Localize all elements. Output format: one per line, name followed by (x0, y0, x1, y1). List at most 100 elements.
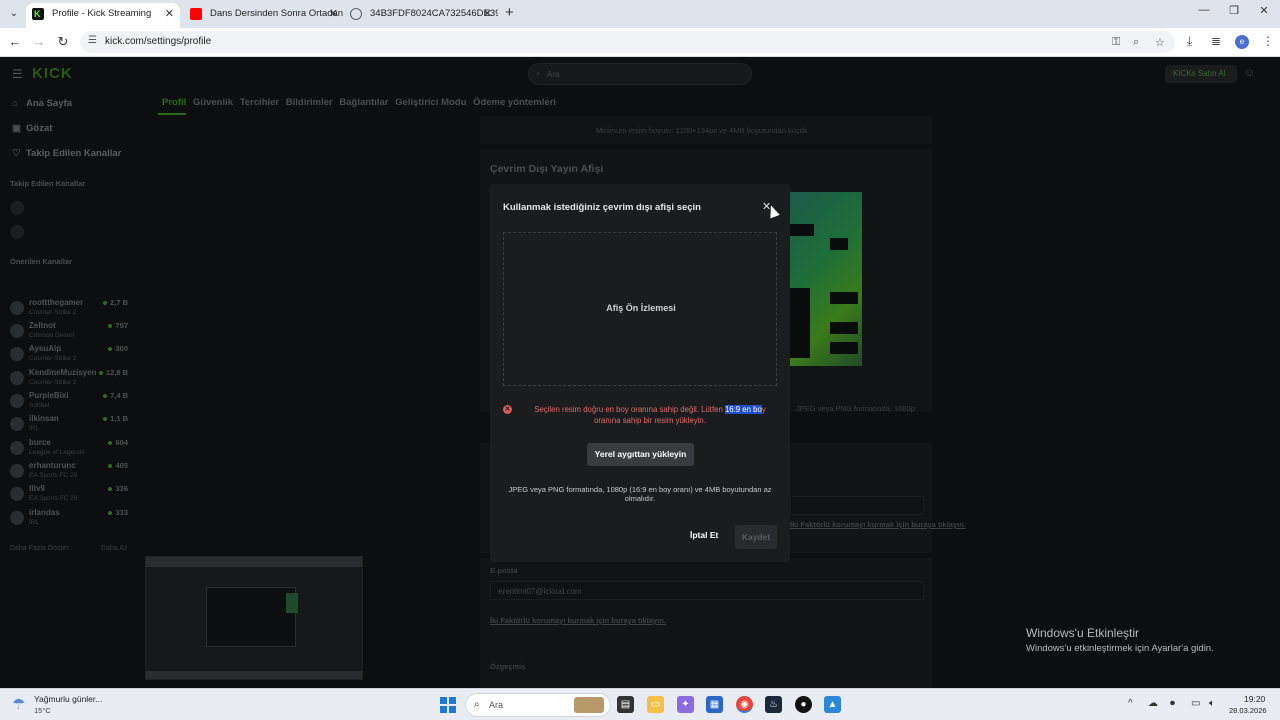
username-field[interactable] (790, 496, 924, 515)
email-field[interactable]: erentimi07@icloud.com (490, 581, 924, 600)
channel-game: IRL (29, 519, 40, 526)
screen-share-thumbnail[interactable] (145, 556, 363, 680)
hamburger-menu-icon[interactable]: ☰ (12, 67, 23, 81)
tab-third[interactable]: 34B3FDF8024CA732546DE39E ✕ (344, 3, 498, 28)
avatar (10, 301, 24, 315)
photos-icon[interactable]: ▲ (824, 696, 841, 713)
close-tab-icon[interactable]: ✕ (483, 3, 492, 25)
sidebar-item-home[interactable]: ⌂ Ana Sayfa (12, 98, 72, 109)
volume-icon[interactable]: 🔈︎ (1209, 698, 1215, 709)
weather-rain-icon[interactable]: ☂ (12, 695, 25, 713)
tab-security[interactable]: Güvenlik (193, 97, 233, 108)
taskbar-search-label: Ara (489, 700, 504, 710)
tab-kick-profile[interactable]: K Profile - Kick Streaming ✕ (26, 3, 180, 28)
taskbar-search[interactable]: ⌕ Ara (465, 693, 611, 717)
chrome-menu-icon[interactable]: ⋮ (1262, 34, 1274, 48)
show-more-link[interactable]: Daha Fazla Göster (10, 545, 69, 552)
tab-developer[interactable]: Geliştirici Modu (395, 97, 466, 108)
user-menu-icon[interactable]: ☺ (1244, 67, 1255, 79)
weather-title[interactable]: Yağmurlu günler... (34, 694, 102, 704)
omnibox[interactable]: ☰ kick.com/settings/profile ⚿ ⌕ ☆ (80, 31, 1175, 53)
network-icon[interactable]: ▭ (1191, 698, 1200, 709)
url-text[interactable]: kick.com/settings/profile (105, 36, 211, 47)
recommended-channel[interactable]: burce League of Legends 604 (10, 438, 128, 460)
task-view-icon[interactable]: ▤ (617, 696, 634, 713)
followed-heading: Takip Edilen Kanallar (10, 179, 86, 188)
recommended-channel[interactable]: ilkinsan IRL 1,1 B (10, 414, 128, 436)
recommended-channel[interactable]: lltv9 EA Sports FC 26 336 (10, 484, 128, 506)
reading-list-icon[interactable]: ≣ (1211, 34, 1221, 48)
close-window-button[interactable]: ✕ (1250, 4, 1278, 17)
show-less-link[interactable]: Daha Az (101, 545, 127, 552)
banner-format-note: JPEG veya PNG formatında, 1080p (796, 404, 915, 413)
tray-overflow-icon[interactable]: ^ (1128, 698, 1133, 709)
clock-time[interactable]: 19:20 (1244, 694, 1265, 704)
site-search-input[interactable]: ⌕ Ara (528, 63, 752, 85)
tab-connections[interactable]: Bağlantılar (339, 97, 388, 108)
sidebar-item-browse[interactable]: ▣ Gözat (12, 123, 52, 134)
followed-channel-placeholder[interactable] (10, 222, 128, 244)
close-tab-icon[interactable]: ✕ (329, 3, 338, 25)
cancel-button[interactable]: İptal Et (690, 530, 718, 540)
reload-icon[interactable]: ↻ (55, 34, 71, 50)
recommended-channel[interactable]: roottthegamer Counter-Strike 2 2,7 B (10, 298, 128, 320)
kick-logo[interactable]: KICK (32, 65, 73, 82)
copilot-icon[interactable]: ✦ (677, 696, 694, 713)
site-info-icon[interactable]: ☰ (88, 35, 97, 46)
upload-local-button[interactable]: Yerel aygıttan yükleyin (587, 443, 694, 466)
avatar (10, 347, 24, 361)
password-key-icon[interactable]: ⚿ (1112, 36, 1120, 49)
back-arrow-icon[interactable]: ← (7, 34, 23, 49)
twofa-link-2[interactable]: İki Faktörlü korumayı kurmak için buraya… (490, 616, 666, 625)
cloud-icon[interactable]: ☁ (1148, 698, 1158, 709)
profile-avatar[interactable]: e (1235, 35, 1249, 49)
buy-kicks-button[interactable]: KICKs Satın Al (1165, 65, 1237, 83)
sidebar-item-label: Ana Sayfa (26, 98, 72, 109)
settings-tabs: Profil Güvenlik Tercihler Bildirimler Ba… (162, 97, 560, 108)
close-tab-icon[interactable]: ✕ (165, 3, 174, 25)
channel-game: IRL (29, 425, 40, 432)
channel-game: Sohbet (29, 402, 50, 409)
tab-notifications[interactable]: Bildirimler (286, 97, 333, 108)
save-button[interactable]: Kaydet (735, 525, 777, 549)
microphone-icon[interactable]: ⏺ (1170, 698, 1175, 709)
clock-date[interactable]: 28.03.2026 (1229, 706, 1267, 715)
steam-icon[interactable]: ♨ (765, 696, 782, 713)
windows-start-icon[interactable] (440, 697, 456, 713)
forward-arrow-icon[interactable]: → (31, 34, 47, 49)
followed-channel-placeholder[interactable] (10, 198, 128, 220)
banner-preview: Afiş Ön İzlemesi (503, 232, 777, 386)
new-tab-button[interactable]: + (505, 4, 514, 21)
tab-preferences[interactable]: Tercihler (240, 97, 279, 108)
download-icon[interactable]: ⤓ (1187, 34, 1192, 49)
tab-search-chevron-icon[interactable]: ⌄ (6, 6, 22, 22)
restore-button[interactable]: ❐ (1220, 4, 1248, 17)
recommended-channel[interactable]: irlandas IRL 333 (10, 508, 128, 530)
search-placeholder: Ara (547, 70, 560, 79)
tab-payment[interactable]: Ödeme yöntemleri (473, 97, 556, 108)
mouse-cursor-icon (766, 203, 780, 219)
offline-banner-image[interactable] (790, 192, 862, 366)
twofa-link-1[interactable]: İki Faktörlü korumayı kurmak için buraya… (790, 520, 966, 529)
channel-name: burce (29, 438, 51, 447)
recommended-channel[interactable]: Zeltnot Crimson Desert 797 (10, 321, 128, 343)
recommended-channel[interactable]: KendineMuzisyen Counter-Strike 2 12,8 B (10, 368, 128, 390)
viewer-count: 2,7 B (103, 298, 128, 307)
tab-profile[interactable]: Profil (162, 97, 186, 108)
store-icon[interactable]: ▦ (706, 696, 723, 713)
chrome-icon[interactable]: ◉ (736, 696, 753, 713)
bookmark-star-icon[interactable]: ☆ (1155, 36, 1165, 49)
zoom-icon[interactable]: ⌕ (1133, 36, 1139, 49)
tab-youtube[interactable]: Dans Dersinden Sonra Ortadan ✕ (184, 3, 344, 28)
recommended-channel[interactable]: erhanturunc EA Sports FC 26 405 (10, 461, 128, 483)
minimize-button[interactable]: — (1190, 4, 1218, 16)
avatar (10, 464, 24, 478)
channel-name: irlandas (29, 508, 60, 517)
channel-game: Crimson Desert (29, 332, 75, 339)
sidebar-item-following[interactable]: ♡ Takip Edilen Kanallar (12, 148, 121, 159)
recommended-channel[interactable]: PurpleBixi Sohbet 7,4 B (10, 391, 128, 413)
modal-title: Kullanmak istediğiniz çevrim dışı afişi … (503, 202, 701, 213)
github-icon[interactable]: ● (795, 696, 812, 713)
recommended-channel[interactable]: AysuAlp Counter-Strike 2 300 (10, 344, 128, 366)
file-explorer-icon[interactable]: ▭ (647, 696, 664, 713)
